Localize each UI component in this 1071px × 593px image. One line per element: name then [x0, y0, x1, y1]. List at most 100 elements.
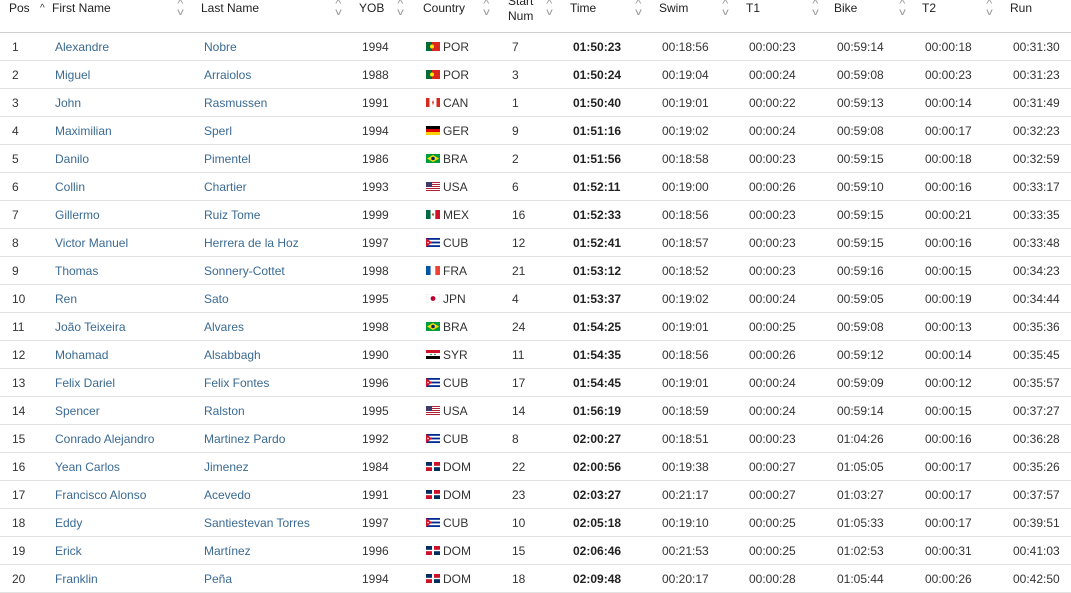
cell-first-name[interactable]: Erick [55, 544, 82, 558]
column-header-t1[interactable]: T1 ^ v [746, 0, 826, 32]
table-row[interactable]: 3 John Rasmussen 1991 CAN 1 01:50:40 00:19:01 00… [0, 89, 1071, 117]
cell-first-name[interactable]: João Teixeira [55, 320, 126, 334]
column-header-t2[interactable]: T2 ^ v [922, 0, 1002, 32]
column-header-start-num[interactable]: Start Num ^ v [508, 0, 560, 32]
cell-last-name[interactable]: Felix Fontes [204, 376, 269, 390]
cell-first-name[interactable]: Felix Dariel [55, 376, 115, 390]
cell-pos: 20 [12, 572, 26, 586]
table-row[interactable]: 8 Victor Manuel Herrera de la Hoz 1997 CUB 12… [0, 229, 1071, 257]
table-row[interactable]: 15 Conrado Alejandro Martinez Pardo 1992 CUB… [0, 425, 1071, 453]
cell-country: JPN [443, 292, 466, 306]
cell-last-name[interactable]: Santiestevan Torres [204, 516, 310, 530]
column-header-time[interactable]: Time ^ v [570, 0, 650, 32]
cell-bike: 00:59:13 [837, 96, 884, 110]
cell-t1: 00:00:24 [749, 404, 796, 418]
cell-country: BRA [443, 320, 468, 334]
cell-first-name[interactable]: Alexandre [55, 40, 109, 54]
cell-last-name[interactable]: Herrera de la Hoz [204, 236, 299, 250]
cell-first-name[interactable]: Spencer [55, 404, 100, 418]
cell-start-num: 2 [512, 152, 519, 166]
column-header-run[interactable]: Run [1010, 0, 1068, 32]
cell-first-name[interactable]: Thomas [55, 264, 98, 278]
column-header-yob[interactable]: YOB ^ v [359, 0, 414, 32]
table-row[interactable]: 13 Felix Dariel Felix Fontes 1996 CUB 17 01:54… [0, 369, 1071, 397]
table-row[interactable]: 14 Spencer Ralston 1995 USA 14 01:56:19 00:18:5… [0, 397, 1071, 425]
cell-first-name[interactable]: Eddy [55, 516, 82, 530]
cell-time: 01:54:45 [573, 376, 622, 390]
cell-first-name[interactable]: Yean Carlos [55, 460, 120, 474]
table-row[interactable]: 7 Gillermo Ruiz Tome 1999 MEX 16 01:52:33 00:18… [0, 201, 1071, 229]
column-header-last-name[interactable]: Last Name ^ v [201, 0, 351, 32]
cell-swim: 00:18:57 [662, 236, 709, 250]
cell-first-name[interactable]: Conrado Alejandro [55, 432, 154, 446]
table-row[interactable]: 18 Eddy Santiestevan Torres 1997 CUB 10 02:05:… [0, 509, 1071, 537]
cell-last-name[interactable]: Chartier [204, 180, 247, 194]
table-row[interactable]: 1 Alexandre Nobre 1994 POR 7 01:50:23 00:18:56 0… [0, 33, 1071, 61]
cell-last-name[interactable]: Martínez [204, 544, 251, 558]
flag-cuba-icon [426, 238, 440, 247]
table-row[interactable]: 2 Miguel Arraiolos 1988 POR 3 01:50:24 00:19:04… [0, 61, 1071, 89]
table-row[interactable]: 4 Maximilian Sperl 1994 GER 9 01:51:16 00:19:02… [0, 117, 1071, 145]
cell-first-name[interactable]: Gillermo [55, 208, 100, 222]
cell-t2: 00:00:16 [925, 180, 972, 194]
table-row[interactable]: 5 Danilo Pimentel 1986 BRA 2 01:51:56 00:18:58 0… [0, 145, 1071, 173]
cell-first-name[interactable]: Franklin [55, 572, 98, 586]
cell-last-name[interactable]: Peña [204, 572, 232, 586]
cell-first-name[interactable]: Miguel [55, 68, 90, 82]
column-header-first-name[interactable]: First Name ^ v [52, 0, 192, 32]
cell-last-name[interactable]: Nobre [204, 40, 237, 54]
cell-last-name[interactable]: Sonnery-Cottet [204, 264, 285, 278]
table-row[interactable]: 17 Francisco Alonso Acevedo 1991 DOM 23 02:03:… [0, 481, 1071, 509]
flag-cuba-icon [426, 518, 440, 527]
cell-last-name[interactable]: Ralston [204, 404, 245, 418]
cell-bike: 00:59:08 [837, 68, 884, 82]
cell-start-num: 16 [512, 208, 526, 222]
sort-icon: ^ v [899, 0, 906, 18]
cell-last-name[interactable]: Sato [204, 292, 229, 306]
table-row[interactable]: 20 Franklin Peña 1994 DOM 18 02:09:48 00:20:17 0… [0, 565, 1071, 593]
column-label-country: Country [423, 1, 466, 15]
cell-pos: 17 [12, 488, 26, 502]
cell-last-name[interactable]: Acevedo [204, 488, 251, 502]
cell-last-name[interactable]: Pimentel [204, 152, 251, 166]
table-row[interactable]: 10 Ren Sato 1995 JPN 4 01:53:37 00:19:02 00:00:2… [0, 285, 1071, 313]
cell-time: 01:50:40 [573, 96, 622, 110]
cell-first-name[interactable]: Danilo [55, 152, 89, 166]
cell-run: 00:41:03 [1013, 544, 1060, 558]
cell-first-name[interactable]: Ren [55, 292, 77, 306]
column-header-swim[interactable]: Swim ^ v [659, 0, 739, 32]
table-row[interactable]: 6 Collin Chartier 1993 USA 6 01:52:11 00:19:00 0… [0, 173, 1071, 201]
table-row[interactable]: 16 Yean Carlos Jimenez 1984 DOM 22 02:00:56 00:… [0, 453, 1071, 481]
cell-last-name[interactable]: Rasmussen [204, 96, 267, 110]
table-row[interactable]: 19 Erick Martínez 1996 DOM 15 02:06:46 00:21:53… [0, 537, 1071, 565]
cell-last-name[interactable]: Alvares [204, 320, 244, 334]
cell-first-name[interactable]: Mohamad [55, 348, 108, 362]
cell-first-name[interactable]: Maximilian [55, 124, 112, 138]
cell-last-name[interactable]: Sperl [204, 124, 232, 138]
column-header-country[interactable]: Country ^ v [423, 0, 499, 32]
cell-start-num: 18 [512, 572, 526, 586]
table-row[interactable]: 12 Mohamad Alsabbagh 1990 SYR 11 01:54:35 00:18… [0, 341, 1071, 369]
cell-yob: 1994 [362, 40, 389, 54]
cell-swim: 00:18:58 [662, 152, 709, 166]
cell-first-name[interactable]: John [55, 96, 81, 110]
cell-start-num: 23 [512, 488, 526, 502]
cell-last-name[interactable]: Jimenez [204, 460, 249, 474]
cell-start-num: 22 [512, 460, 526, 474]
cell-first-name[interactable]: Victor Manuel [55, 236, 128, 250]
cell-last-name[interactable]: Ruiz Tome [204, 208, 260, 222]
cell-swim: 00:19:01 [662, 376, 709, 390]
column-header-pos[interactable]: Pos ^ [9, 0, 49, 32]
cell-yob: 1998 [362, 320, 389, 334]
cell-last-name[interactable]: Martinez Pardo [204, 432, 285, 446]
cell-last-name[interactable]: Arraiolos [204, 68, 251, 82]
cell-last-name[interactable]: Alsabbagh [204, 348, 261, 362]
table-row[interactable]: 9 Thomas Sonnery-Cottet 1998 FRA 21 01:53:12 00… [0, 257, 1071, 285]
cell-swim: 00:18:51 [662, 432, 709, 446]
cell-t2: 00:00:23 [925, 68, 972, 82]
column-header-bike[interactable]: Bike ^ v [834, 0, 914, 32]
cell-first-name[interactable]: Francisco Alonso [55, 488, 146, 502]
cell-first-name[interactable]: Collin [55, 180, 85, 194]
table-row[interactable]: 11 João Teixeira Alvares 1998 BRA 24 01:54:25 0… [0, 313, 1071, 341]
cell-swim: 00:19:38 [662, 460, 709, 474]
